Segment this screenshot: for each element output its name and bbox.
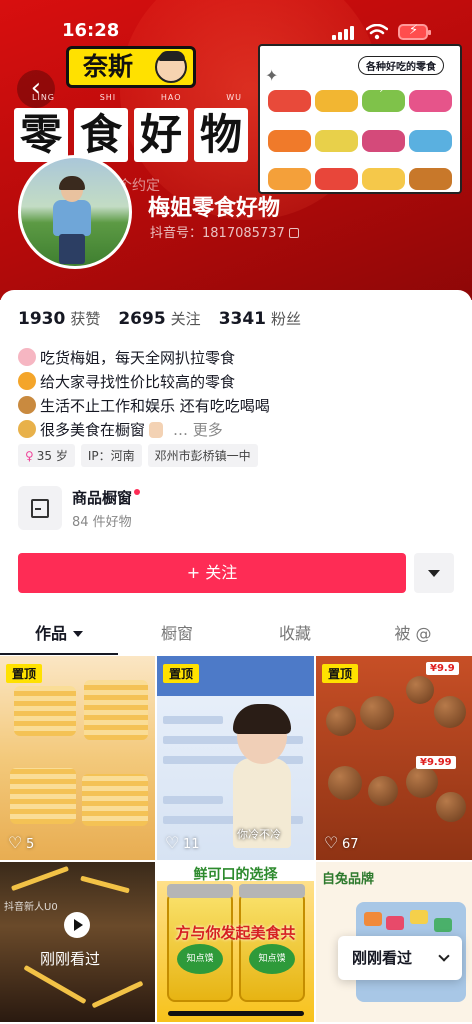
- video-caption: 你冷不冷: [237, 828, 281, 841]
- watched-label: 刚刚看过: [40, 950, 101, 968]
- more-options-dropdown[interactable]: [414, 553, 454, 593]
- follow-button[interactable]: + 关注: [18, 553, 406, 593]
- bagel-icon: [18, 396, 36, 414]
- price-tag: ¥9.99: [416, 756, 456, 769]
- douyin-id-text: 抖音号：1817085737: [150, 226, 285, 241]
- stats-row: 1930 获赞 2695 关注 3341 粉丝: [18, 308, 301, 329]
- cake-icon: [18, 348, 36, 366]
- bio-line: 吃货梅姐，每天全网扒拉零食: [18, 346, 270, 370]
- caret-down-icon: [73, 631, 83, 637]
- video-thumbnail[interactable]: 你冷不冷 置顶 11: [157, 656, 314, 860]
- tab-works[interactable]: 作品: [0, 616, 118, 656]
- douyin-id[interactable]: 抖音号：1817085737: [150, 222, 299, 241]
- video-headline: 鲜可口的选择: [193, 867, 278, 883]
- cartoon-face-icon: [155, 51, 187, 83]
- tab-mentions[interactable]: 被 @: [354, 616, 472, 656]
- pinyin-3: HAO: [160, 93, 182, 102]
- avatar[interactable]: [18, 155, 132, 269]
- like-count: 67: [324, 833, 359, 852]
- shelf-row: [268, 86, 452, 116]
- video-thumbnail[interactable]: 鲜可口的选择 知点馍 知点馍 方与你发起美食共: [157, 862, 314, 1022]
- more-icon[interactable]: ⋯: [428, 76, 446, 97]
- notification-dot: [134, 488, 141, 495]
- like-count: 5: [8, 833, 34, 852]
- video-thumbnail[interactable]: ¥9.9 ¥9.99 置顶 67: [316, 656, 472, 860]
- location-chip[interactable]: 邓州市彭桥镇一中: [147, 444, 258, 467]
- bio-more-link[interactable]: … 更多: [173, 421, 223, 439]
- age-chip: ♀ 35 岁: [18, 444, 75, 467]
- signal-icon: [332, 26, 354, 40]
- title-char-1: 零: [14, 108, 68, 162]
- home-indicator: [168, 1011, 304, 1016]
- heart-icon: [324, 833, 338, 852]
- avatar-person: [51, 176, 91, 264]
- video-thumbnail[interactable]: 抖音新人U0 刚刚看过: [0, 862, 155, 1022]
- video-slogan: 方与你发起美食共: [175, 924, 296, 942]
- banner-title: 零 食 好 物: [14, 108, 248, 162]
- price-tag: ¥9.9: [426, 662, 459, 675]
- pinyin-1: LING: [32, 93, 55, 102]
- stat-followers[interactable]: 3341 粉丝: [219, 308, 301, 329]
- heart-icon: [8, 833, 22, 852]
- brand-badge: 奈斯: [66, 46, 196, 88]
- recently-watched-button[interactable]: 刚刚看过: [338, 936, 462, 980]
- pinyin-4: WU: [226, 93, 242, 102]
- ip-chip: IP：河南: [80, 444, 142, 467]
- tab-indicator: [0, 653, 118, 655]
- lollipop-icon: [18, 372, 36, 390]
- stat-following[interactable]: 2695 关注: [118, 308, 200, 329]
- pointing-down-icon: [149, 422, 164, 438]
- pinned-badge: 置顶: [6, 664, 43, 683]
- profile-banner: 16:28 ⚡ ‹ 奈斯 LING SHI HAO WU 零 食 好 物 个约定…: [0, 0, 472, 300]
- sparkle-icon: ✦: [265, 66, 279, 85]
- battery-icon: ⚡: [398, 23, 431, 40]
- pinyin-2: SHI: [99, 93, 117, 102]
- title-char-3: 好: [134, 108, 188, 162]
- product-showcase[interactable]: 商品橱窗 84 件好物: [18, 486, 141, 530]
- video-thumbnail[interactable]: 置顶 5: [0, 656, 155, 860]
- bio-line: 给大家寻找性价比较高的零食: [18, 370, 270, 394]
- content-tabs: 作品 橱窗 收藏 被 @: [0, 616, 472, 656]
- status-time: 16:28: [62, 20, 120, 41]
- title-char-4: 物: [194, 108, 248, 162]
- nickname: 梅姐零食好物: [148, 196, 281, 221]
- profile-chips: ♀ 35 岁 IP：河南 邓州市彭桥镇一中: [18, 444, 258, 467]
- bio-line: 生活不止工作和娱乐 还有吃吃喝喝: [18, 394, 270, 418]
- female-icon: ♀: [25, 449, 34, 463]
- bio: 吃货梅姐，每天全网扒拉零食 给大家寻找性价比较高的零食 生活不止工作和娱乐 还有…: [18, 346, 270, 442]
- cupcake-icon: [18, 420, 36, 438]
- shelf-row: [268, 164, 452, 192]
- video-headline: 自兔品牌: [322, 872, 375, 887]
- tab-showcase[interactable]: 橱窗: [118, 616, 236, 656]
- pinned-badge: 置顶: [322, 664, 359, 683]
- wifi-icon: [366, 24, 388, 40]
- video-subtitle: 抖音新人U0: [4, 902, 58, 913]
- showcase-count: 84 件好物: [72, 514, 132, 530]
- bio-line: 很多美食在橱窗… 更多: [18, 418, 270, 442]
- heart-icon: [165, 833, 179, 852]
- showcase-title: 商品橱窗: [72, 487, 141, 508]
- snack-store-image: ✦ 各种好吃的零食: [258, 44, 462, 194]
- search-icon[interactable]: ⌕: [380, 76, 390, 97]
- copy-icon[interactable]: [288, 228, 299, 238]
- chevron-down-icon: [438, 950, 450, 962]
- play-icon[interactable]: [64, 912, 90, 938]
- like-count: 11: [165, 833, 200, 852]
- pinned-badge: 置顶: [163, 664, 200, 683]
- shelf-row: [268, 126, 452, 156]
- stat-likes[interactable]: 1930 获赞: [18, 308, 100, 329]
- pinyin-row: LING SHI HAO WU: [32, 93, 242, 102]
- title-char-2: 食: [74, 108, 128, 162]
- tab-favorites[interactable]: 收藏: [236, 616, 354, 656]
- store-tag: 各种好吃的零食: [358, 56, 444, 75]
- back-button[interactable]: ‹: [17, 70, 55, 108]
- brand-text: 奈斯: [83, 52, 134, 81]
- shopping-bag-icon: [18, 486, 62, 530]
- profile-sheet: 1930 获赞 2695 关注 3341 粉丝 吃货梅姐，每天全网扒拉零食 给大家寻找…: [0, 290, 472, 1024]
